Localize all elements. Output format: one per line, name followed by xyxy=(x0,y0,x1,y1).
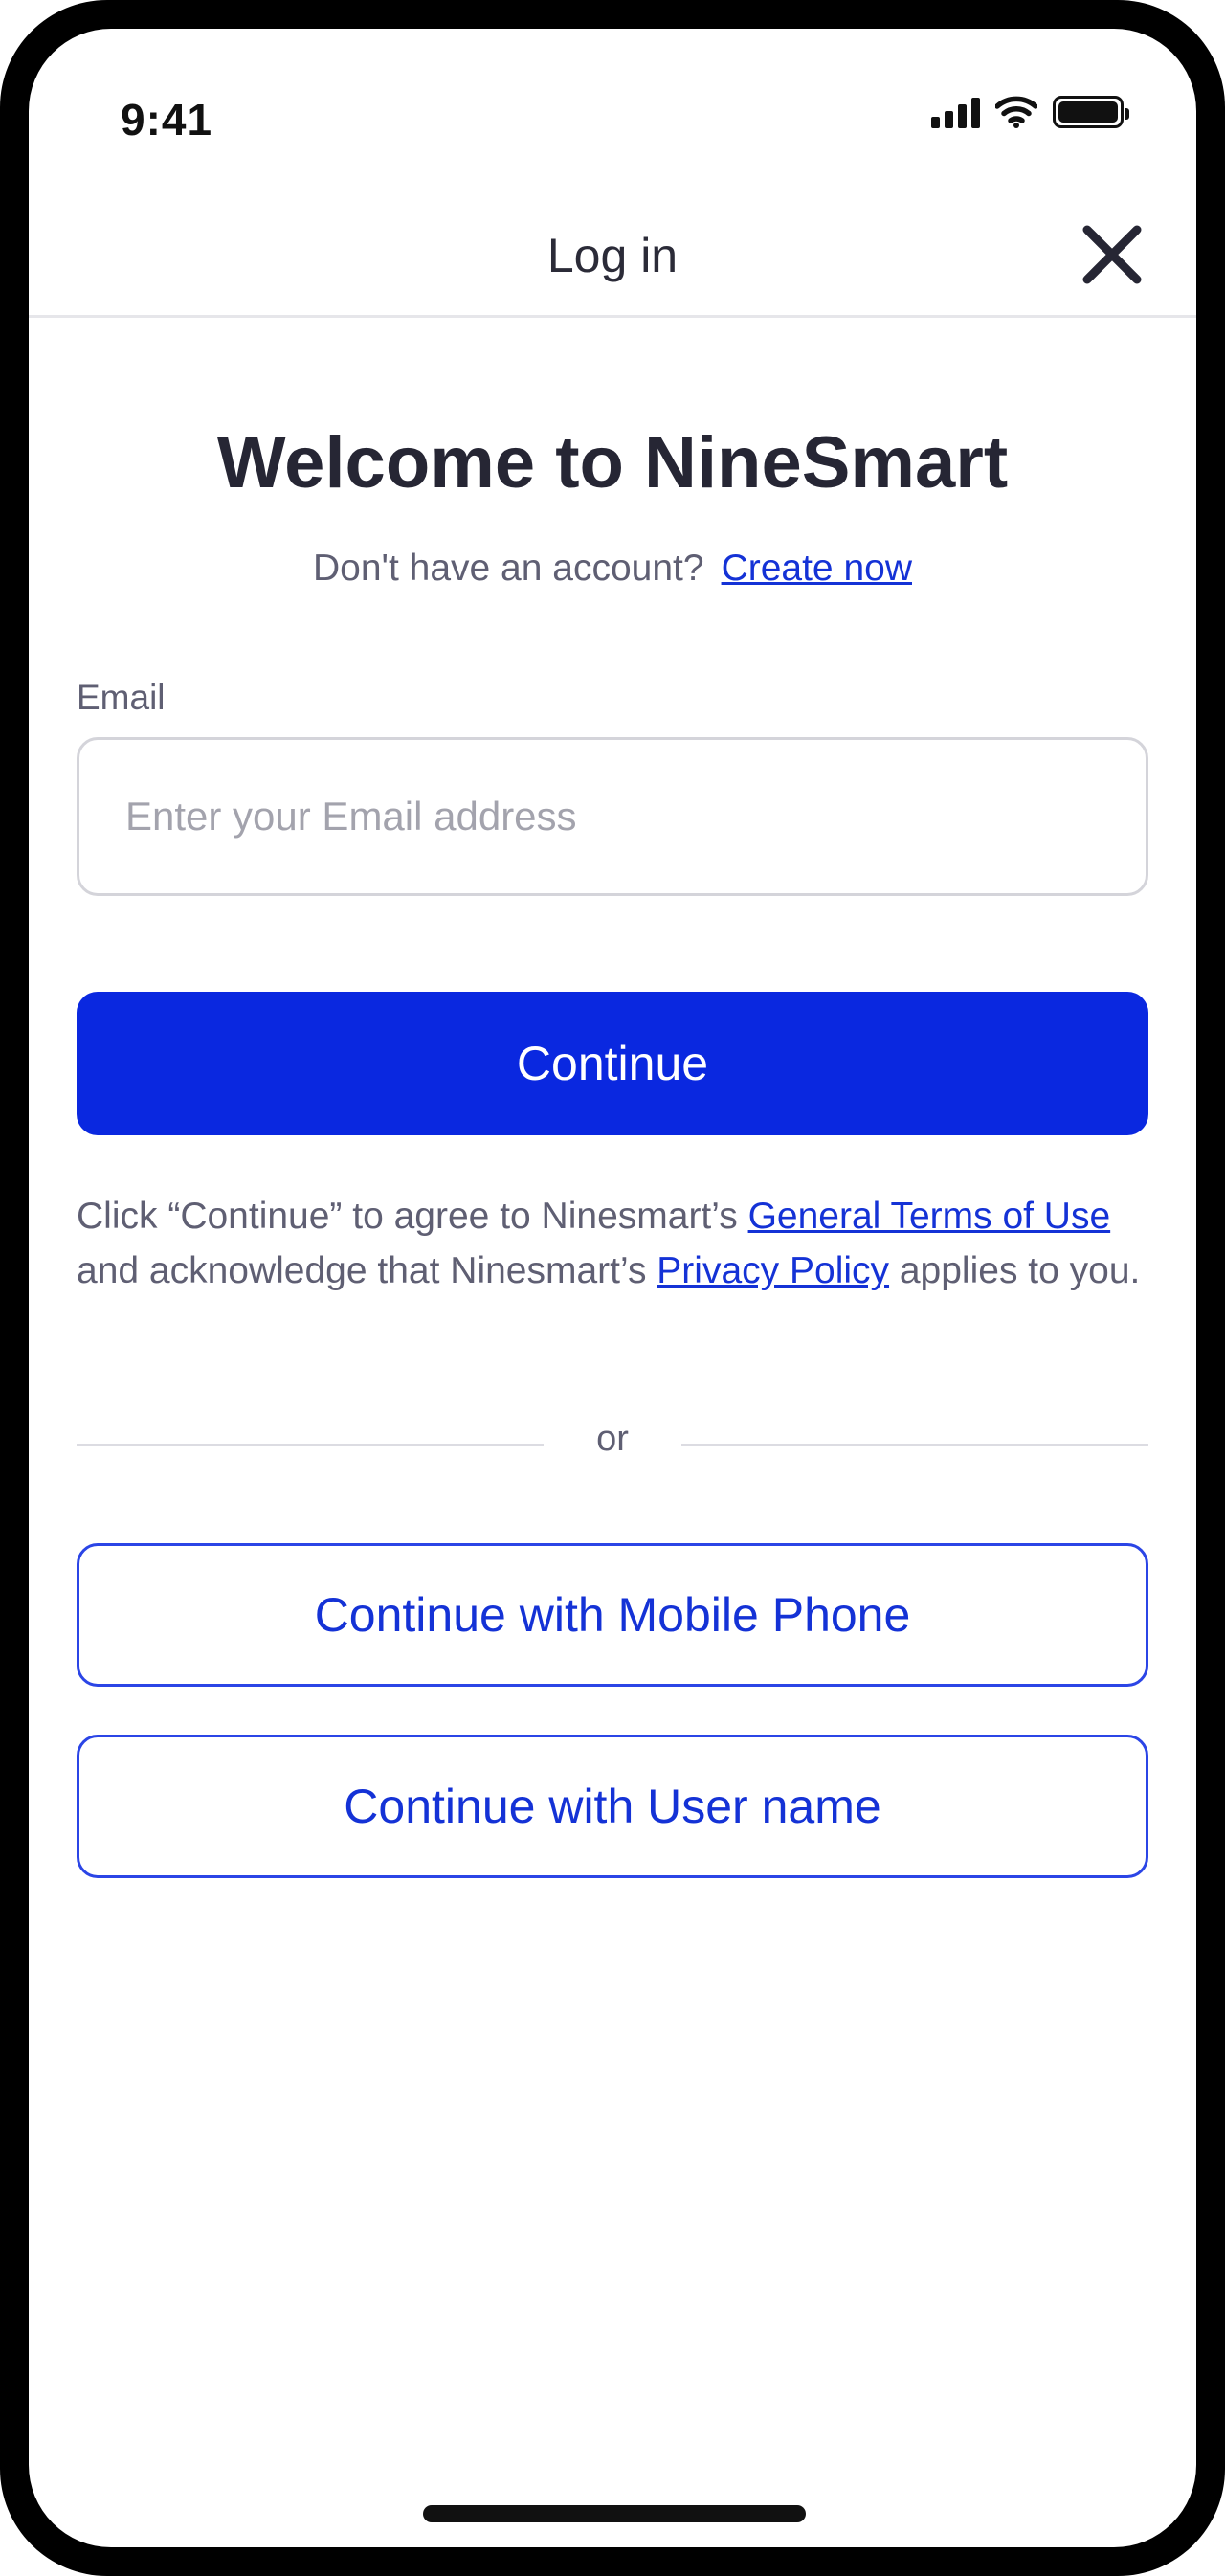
terms-suffix: applies to you. xyxy=(889,1250,1141,1291)
create-now-link[interactable]: Create now xyxy=(722,548,912,589)
privacy-policy-link[interactable]: Privacy Policy xyxy=(657,1250,889,1291)
terms-prefix: Click “Continue” to agree to Ninesmart’s xyxy=(77,1196,748,1237)
continue-with-username-button[interactable]: Continue with User name xyxy=(77,1735,1148,1878)
email-label: Email xyxy=(77,678,166,717)
no-account-text: Don't have an account? xyxy=(312,548,704,589)
phone-screen: 9:41 Log in Welcome to NineSmart Don't h… xyxy=(29,29,1196,2547)
continue-with-mobile-phone-button[interactable]: Continue with Mobile Phone xyxy=(77,1543,1148,1687)
status-time: 9:41 xyxy=(121,95,213,145)
general-terms-link[interactable]: General Terms of Use xyxy=(748,1196,1111,1237)
divider-or-text: or xyxy=(596,1419,629,1459)
wifi-icon xyxy=(995,96,1037,128)
cellular-signal-icon xyxy=(931,96,980,128)
continue-button[interactable]: Continue xyxy=(77,992,1148,1135)
status-icons xyxy=(931,96,1129,128)
signup-prompt: Don't have an account? Create now xyxy=(29,548,1196,590)
close-button[interactable] xyxy=(1076,218,1148,291)
email-field[interactable] xyxy=(77,737,1148,896)
home-indicator[interactable] xyxy=(423,2505,806,2522)
page-title: Log in xyxy=(546,229,679,282)
battery-icon xyxy=(1053,96,1129,128)
close-icon xyxy=(1082,225,1142,284)
divider-right xyxy=(681,1444,1148,1446)
welcome-title: Welcome to NineSmart xyxy=(216,422,1009,504)
terms-notice: Click “Continue” to agree to Ninesmart’s… xyxy=(77,1189,1148,1298)
terms-middle: and acknowledge that Ninesmart’s xyxy=(77,1250,657,1291)
header: Log in xyxy=(29,191,1196,318)
phone-frame: 9:41 Log in Welcome to NineSmart Don't h… xyxy=(0,0,1225,2576)
divider-left xyxy=(77,1444,544,1446)
